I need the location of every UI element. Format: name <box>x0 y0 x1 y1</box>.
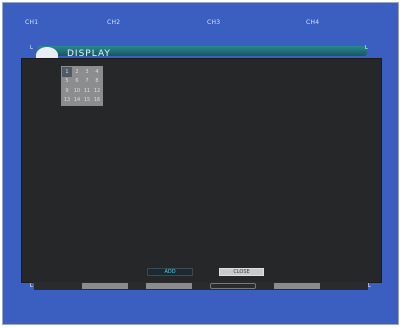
channel-cell-4[interactable]: 4 <box>92 67 102 77</box>
corner-mark-right-bottom: L <box>368 283 371 289</box>
channel-cell-16[interactable]: 16 <box>92 96 102 106</box>
menu-title: DISPLAY <box>67 49 111 59</box>
display-settings-panel: 1 2 3 4 5 6 7 8 9 10 11 12 13 14 15 16 ADD CLOSE <box>22 59 381 282</box>
page-tab-4[interactable] <box>274 283 320 289</box>
channel-header-4: CH4 <box>306 19 320 26</box>
channel-header-1: CH1 <box>25 19 39 26</box>
channel-cell-11[interactable]: 11 <box>82 86 92 96</box>
channel-header-2: CH2 <box>107 19 121 26</box>
corner-mark-left-top: L <box>30 45 33 51</box>
page-tab-3[interactable] <box>210 283 256 289</box>
page-tab-strip <box>34 282 368 290</box>
corner-mark-left-bottom: L <box>30 283 33 289</box>
close-button[interactable]: CLOSE <box>219 268 264 276</box>
corner-mark-right-top: L <box>365 45 368 51</box>
channel-cell-1[interactable]: 1 <box>62 67 72 77</box>
page-tab-2[interactable] <box>146 283 192 289</box>
channel-cell-5[interactable]: 5 <box>62 77 72 87</box>
page-tab-1[interactable] <box>82 283 128 289</box>
channel-cell-3[interactable]: 3 <box>82 67 92 77</box>
channel-cell-14[interactable]: 14 <box>72 96 82 106</box>
add-button[interactable]: ADD <box>147 268 193 276</box>
channel-cell-9[interactable]: 9 <box>62 86 72 96</box>
channel-cell-10[interactable]: 10 <box>72 86 82 96</box>
channel-cell-15[interactable]: 15 <box>82 96 92 106</box>
channel-cell-6[interactable]: 6 <box>72 77 82 87</box>
channel-selection-grid[interactable]: 1 2 3 4 5 6 7 8 9 10 11 12 13 14 15 16 <box>61 66 103 106</box>
channel-cell-2[interactable]: 2 <box>72 67 82 77</box>
channel-cell-7[interactable]: 7 <box>82 77 92 87</box>
channel-cell-13[interactable]: 13 <box>62 96 72 106</box>
channel-header-3: CH3 <box>207 19 221 26</box>
channel-cell-8[interactable]: 8 <box>92 77 102 87</box>
channel-cell-12[interactable]: 12 <box>92 86 102 96</box>
dvr-screen: CH1 CH2 CH3 CH4 DISPLAY L L 1 2 3 4 5 6 7 8 9 10 1… <box>2 2 399 325</box>
